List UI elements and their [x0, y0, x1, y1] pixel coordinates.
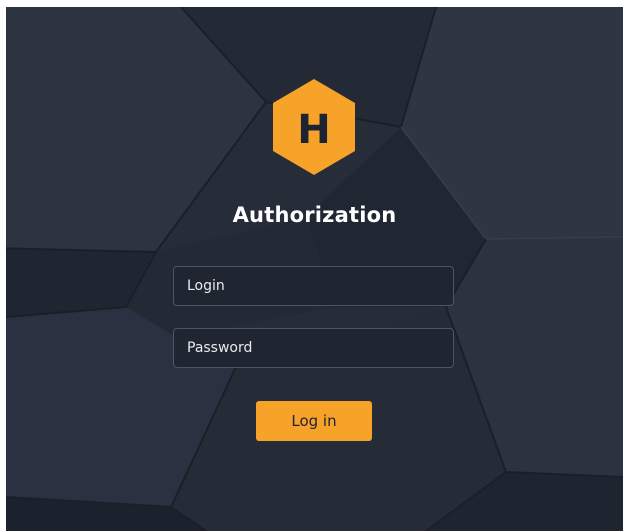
login-screen: H Authorization Log in: [6, 7, 623, 531]
password-input[interactable]: [173, 328, 454, 368]
hexagon-logo-icon: H: [273, 79, 355, 175]
login-input[interactable]: [173, 266, 454, 306]
login-button[interactable]: Log in: [256, 401, 372, 441]
page-title: Authorization: [232, 203, 397, 227]
logo-letter: H: [297, 107, 330, 153]
